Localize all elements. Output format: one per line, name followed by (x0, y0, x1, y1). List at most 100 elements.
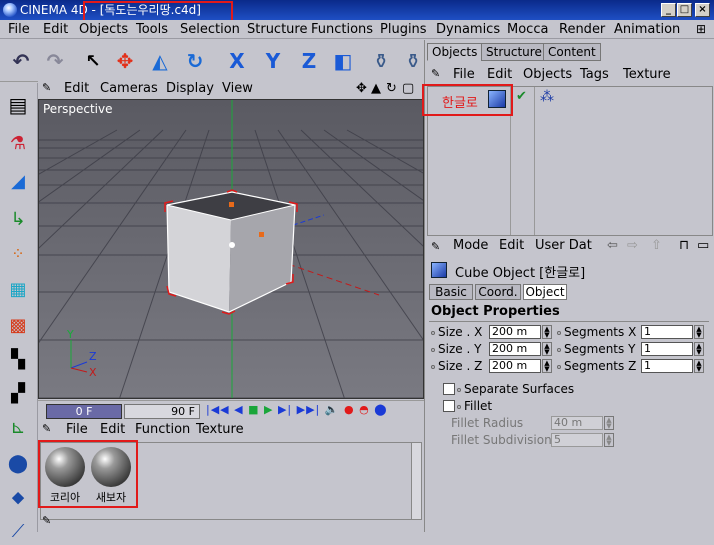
move-tool-icon[interactable]: ✥ (110, 45, 140, 77)
knife-tool-icon[interactable]: ⟋ (4, 517, 32, 545)
play-icon[interactable]: ▶ (264, 403, 273, 416)
tab-coord[interactable]: Coord. (475, 284, 521, 300)
viewport-move-icon[interactable]: ✥ (356, 81, 367, 96)
material-scrollbar[interactable] (411, 443, 421, 519)
segments-x-stepper[interactable]: ▲ ▼ (694, 325, 704, 339)
fillet-checkbox[interactable] (443, 400, 455, 412)
new-manager-icon[interactable]: ▭ (697, 238, 709, 253)
back-arrow-icon[interactable]: ⇦ (607, 238, 618, 253)
texture-tag-icon[interactable]: ⁂ (540, 89, 554, 105)
tweak-mode-icon[interactable]: ⬤ (4, 449, 32, 477)
size-y-stepper[interactable]: ▲ ▼ (542, 342, 552, 356)
segments-y-field[interactable]: 1 (641, 342, 693, 356)
menu-animation[interactable]: Animation (614, 22, 680, 37)
coordinate-system-icon[interactable]: ◧ (328, 45, 358, 77)
segments-x-field[interactable]: 1 (641, 325, 693, 339)
attributes-menu-edit[interactable]: Edit (499, 238, 524, 253)
menu-edit[interactable]: Edit (43, 22, 68, 37)
object-menu-file[interactable]: File (453, 67, 475, 82)
menu-plugins[interactable]: Plugins (380, 22, 427, 37)
menu-dynamics[interactable]: Dynamics (436, 22, 500, 37)
end-frame-field[interactable]: 90 F (124, 404, 200, 419)
scale-tool-icon[interactable]: ◭ (145, 45, 175, 77)
segments-z-field[interactable]: 1 (641, 359, 693, 373)
menu-tools[interactable]: Tools (136, 22, 168, 37)
attributes-pin-icon[interactable]: ✎ (431, 240, 440, 253)
viewport-maximize-icon[interactable]: ▢ (402, 81, 414, 96)
keyframe-selection-icon[interactable]: ⬤ (374, 403, 387, 416)
material-swatch[interactable]: 코리아 (43, 445, 87, 507)
visibility-check-icon[interactable]: ✔ (516, 89, 527, 104)
segments-y-stepper[interactable]: ▲ ▼ (694, 342, 704, 356)
rotate-tool-icon[interactable]: ↻ (180, 45, 210, 77)
use-polygons-tool-icon[interactable]: ▩ (4, 311, 32, 339)
record-icon[interactable]: ● (344, 403, 355, 416)
maximize-button[interactable]: □ (677, 3, 692, 17)
use-object-tool-icon[interactable]: ⚗ (4, 129, 32, 157)
separate-surfaces-checkbox[interactable] (443, 383, 455, 395)
y-axis-lock-icon[interactable]: Y (258, 45, 288, 77)
object-menu-objects[interactable]: Objects (523, 67, 572, 82)
texture-mode-icon[interactable]: ▚ (4, 345, 32, 373)
fillet-subdivision-stepper[interactable]: ▲ ▼ (604, 433, 614, 447)
material-menu-function[interactable]: Function (135, 422, 190, 437)
viewport-menu-view[interactable]: View (222, 81, 253, 96)
menu-render[interactable]: Render (559, 22, 605, 37)
previous-key-icon[interactable]: ◀ (234, 403, 243, 416)
size-z-field[interactable]: 200 m (489, 359, 541, 373)
viewport-menu-edit[interactable]: Edit (64, 81, 89, 96)
menu-objects[interactable]: Objects (79, 22, 128, 37)
object-menu-texture[interactable]: Texture (623, 67, 671, 82)
viewport-menu-display[interactable]: Display (166, 81, 214, 96)
bevel-tool-icon[interactable]: ⬥ (4, 483, 32, 511)
material-swatch[interactable]: 새보자 (89, 445, 133, 507)
current-frame-slider[interactable]: 0 F (46, 404, 122, 419)
cinema4d-app-icon[interactable] (3, 3, 17, 17)
tab-object[interactable]: Object (523, 284, 567, 300)
workplane-icon[interactable]: ⊾ (4, 413, 32, 441)
material-menu-file[interactable]: File (66, 422, 88, 437)
redo-icon[interactable]: ↷ (40, 45, 70, 77)
autokey-icon[interactable]: ◓ (359, 403, 370, 416)
forward-arrow-icon[interactable]: ⇨ (627, 238, 638, 253)
use-points-tool-icon[interactable]: ⁘ (4, 239, 32, 267)
menu-selection[interactable]: Selection (180, 22, 240, 37)
viewport-zoom-icon[interactable]: ▲ (371, 81, 381, 96)
object-pin-icon[interactable]: ✎ (431, 67, 440, 80)
perspective-viewport[interactable]: Y Z X Perspective (38, 99, 424, 399)
size-y-field[interactable]: 200 m (489, 342, 541, 356)
object-row[interactable]: 한글로 ✔ (430, 89, 534, 111)
use-polygon-tool-icon[interactable]: ◢ (4, 167, 32, 195)
menu-more-icon[interactable]: ⊞ (696, 22, 706, 36)
tab-content[interactable]: Content (543, 43, 601, 61)
size-x-field[interactable]: 200 m (489, 325, 541, 339)
render-view-icon[interactable]: ⚱ (366, 45, 396, 77)
sound-icon[interactable]: 🔈 (325, 403, 340, 416)
size-z-stepper[interactable]: ▲ ▼ (542, 359, 552, 373)
go-to-start-icon[interactable]: |◀◀ (206, 403, 230, 416)
go-to-end-icon[interactable]: ▶▶| (297, 403, 321, 416)
material-pin-bottom-icon[interactable]: ✎ (42, 514, 51, 527)
object-menu-tags[interactable]: Tags (580, 67, 609, 82)
material-menu-edit[interactable]: Edit (100, 422, 125, 437)
fillet-subdivision-field[interactable]: 5 (551, 433, 603, 447)
use-model-mode-icon[interactable]: ▤ (4, 91, 32, 119)
menu-functions[interactable]: Functions (311, 22, 373, 37)
select-arrow-icon[interactable]: ↖ (78, 45, 108, 77)
material-pin-icon[interactable]: ✎ (42, 422, 51, 435)
up-arrow-icon[interactable]: ⇧ (651, 238, 662, 253)
attributes-menu-mode[interactable]: Mode (453, 238, 488, 253)
tab-basic[interactable]: Basic (429, 284, 473, 300)
minimize-button[interactable]: _ (661, 3, 676, 17)
use-axis-tool-icon[interactable]: ↳ (4, 205, 32, 233)
size-x-stepper[interactable]: ▲ ▼ (542, 325, 552, 339)
tab-structure[interactable]: Structure (481, 43, 547, 61)
close-button[interactable]: × (695, 3, 710, 17)
next-key-icon[interactable]: ▶| (278, 403, 292, 416)
menu-structure[interactable]: Structure (247, 22, 307, 37)
viewport-menu-cameras[interactable]: Cameras (100, 81, 158, 96)
menu-file[interactable]: File (8, 22, 30, 37)
undo-icon[interactable]: ↶ (6, 45, 36, 77)
segments-z-stepper[interactable]: ▲ ▼ (694, 359, 704, 373)
attributes-menu-user-data[interactable]: User Dat (535, 238, 592, 253)
